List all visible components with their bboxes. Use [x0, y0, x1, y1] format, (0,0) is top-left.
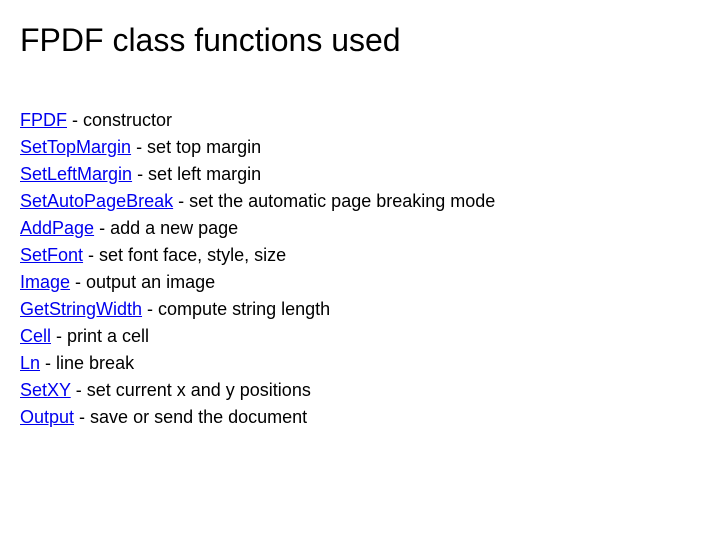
function-row: SetFont - set font face, style, size: [20, 242, 708, 269]
function-link-setautopagebreak[interactable]: SetAutoPageBreak: [20, 191, 173, 211]
function-link-image[interactable]: Image: [20, 272, 70, 292]
function-row: SetAutoPageBreak - set the automatic pag…: [20, 188, 708, 215]
function-row: Image - output an image: [20, 269, 708, 296]
function-desc: - output an image: [70, 272, 215, 292]
function-link-settopmargin[interactable]: SetTopMargin: [20, 137, 131, 157]
function-link-addpage[interactable]: AddPage: [20, 218, 94, 238]
function-link-output[interactable]: Output: [20, 407, 74, 427]
function-row: Ln - line break: [20, 350, 708, 377]
function-desc: - set left margin: [132, 164, 261, 184]
function-link-setleftmargin[interactable]: SetLeftMargin: [20, 164, 132, 184]
function-desc: - save or send the document: [74, 407, 307, 427]
function-link-setxy[interactable]: SetXY: [20, 380, 71, 400]
function-desc: - set the automatic page breaking mode: [173, 191, 495, 211]
function-desc: - set current x and y positions: [71, 380, 311, 400]
function-row: GetStringWidth - compute string length: [20, 296, 708, 323]
function-row: FPDF - constructor: [20, 107, 708, 134]
function-row: SetLeftMargin - set left margin: [20, 161, 708, 188]
function-link-fpdf[interactable]: FPDF: [20, 110, 67, 130]
function-row: SetTopMargin - set top margin: [20, 134, 708, 161]
page-title: FPDF class functions used: [20, 22, 708, 59]
function-link-ln[interactable]: Ln: [20, 353, 40, 373]
function-row: SetXY - set current x and y positions: [20, 377, 708, 404]
function-desc: - set font face, style, size: [83, 245, 286, 265]
function-link-cell[interactable]: Cell: [20, 326, 51, 346]
function-desc: - set top margin: [131, 137, 261, 157]
function-list: FPDF - constructor SetTopMargin - set to…: [20, 107, 708, 431]
function-desc: - compute string length: [142, 299, 330, 319]
function-link-setfont[interactable]: SetFont: [20, 245, 83, 265]
function-link-getstringwidth[interactable]: GetStringWidth: [20, 299, 142, 319]
function-desc: - print a cell: [51, 326, 149, 346]
function-desc: - constructor: [67, 110, 172, 130]
function-row: AddPage - add a new page: [20, 215, 708, 242]
function-row: Cell - print a cell: [20, 323, 708, 350]
function-desc: - add a new page: [94, 218, 238, 238]
function-desc: - line break: [40, 353, 134, 373]
function-row: Output - save or send the document: [20, 404, 708, 431]
